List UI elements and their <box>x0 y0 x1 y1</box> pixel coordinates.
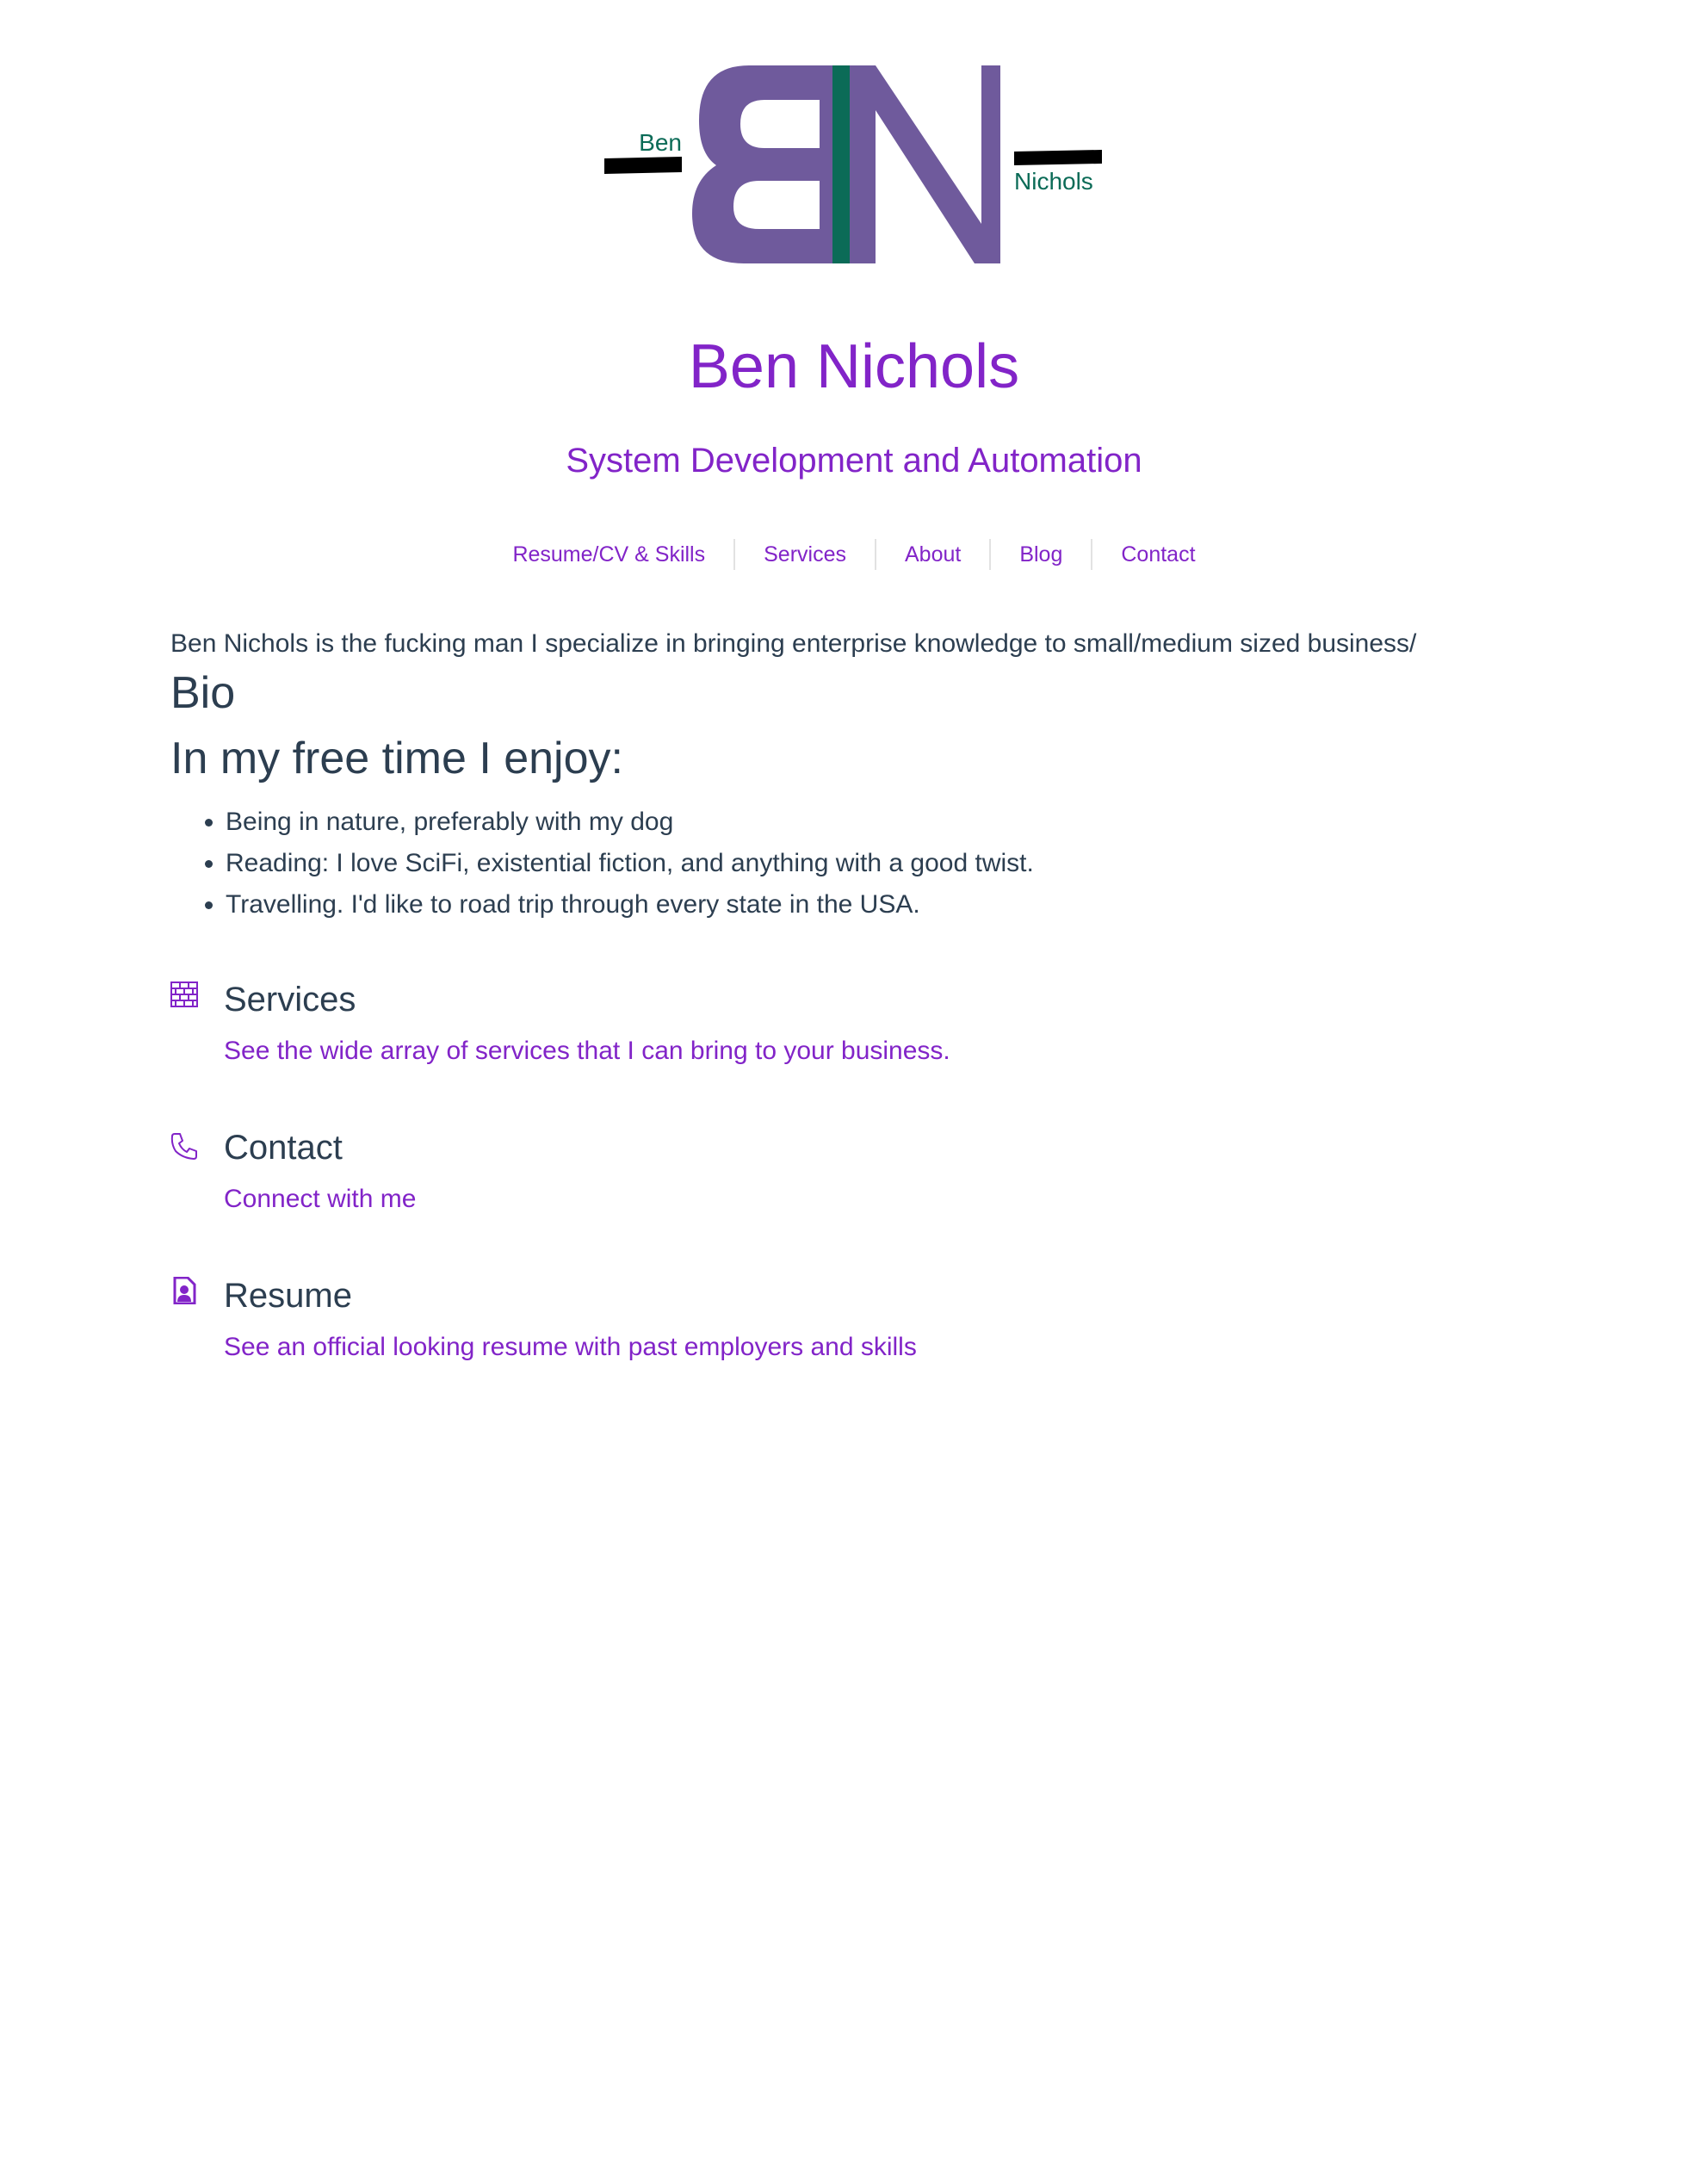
main-nav: Resume/CV & Skills Services About Blog C… <box>0 536 1708 574</box>
logo-stripe <box>832 65 850 263</box>
contact-card-title: Contact <box>224 1128 343 1167</box>
resume-card: Resume See an official looking resume wi… <box>170 1275 1539 1363</box>
brick-wall-icon <box>170 981 198 1008</box>
contact-card: Contact Connect with me <box>170 1127 1539 1215</box>
site-title[interactable]: Ben Nichols <box>0 336 1708 398</box>
nav-link-about[interactable]: About <box>876 536 989 574</box>
list-item: Reading: I love SciFi, existential ficti… <box>226 843 1539 884</box>
list-item: Travelling. I'd like to road trip throug… <box>226 884 1539 926</box>
nav-link-blog[interactable]: Blog <box>991 536 1091 574</box>
site-subtitle: System Development and Automation <box>566 442 1142 480</box>
logo-last-name: Nichols <box>1014 168 1093 195</box>
phone-icon <box>170 1132 198 1160</box>
resume-link[interactable]: See an official looking resume with past… <box>170 1332 1539 1363</box>
nav-link-contact[interactable]: Contact <box>1092 536 1223 574</box>
logo-letter-n <box>850 65 1000 263</box>
services-card-title: Services <box>224 980 356 1019</box>
main-content: Ben Nichols is the fucking man I special… <box>170 627 1539 1363</box>
nav-link-services[interactable]: Services <box>735 536 875 574</box>
logo-right-bar <box>1014 150 1102 165</box>
resume-card-title: Resume <box>224 1276 352 1315</box>
intro-text: Ben Nichols is the fucking man I special… <box>170 629 1417 658</box>
free-time-heading: In my free time I enjoy: <box>170 734 623 784</box>
list-item: Being in nature, preferably with my dog <box>226 802 1539 843</box>
nav-link-resume[interactable]: Resume/CV & Skills <box>484 536 733 574</box>
logo-left-bar <box>604 157 682 174</box>
bio-heading: Bio <box>170 668 236 718</box>
site-logo[interactable]: Ben Nichols <box>0 52 1708 276</box>
services-card: Services See the wide array of services … <box>170 979 1539 1067</box>
services-link[interactable]: See the wide array of services that I ca… <box>170 1036 1539 1067</box>
resume-file-icon <box>170 1276 198 1305</box>
contact-link[interactable]: Connect with me <box>170 1184 1539 1215</box>
bn-monogram-logo: Ben Nichols <box>604 65 1102 263</box>
logo-letter-b <box>692 65 845 263</box>
hobbies-list: Being in nature, preferably with my dog … <box>170 802 1539 926</box>
logo-first-name: Ben <box>639 129 682 156</box>
